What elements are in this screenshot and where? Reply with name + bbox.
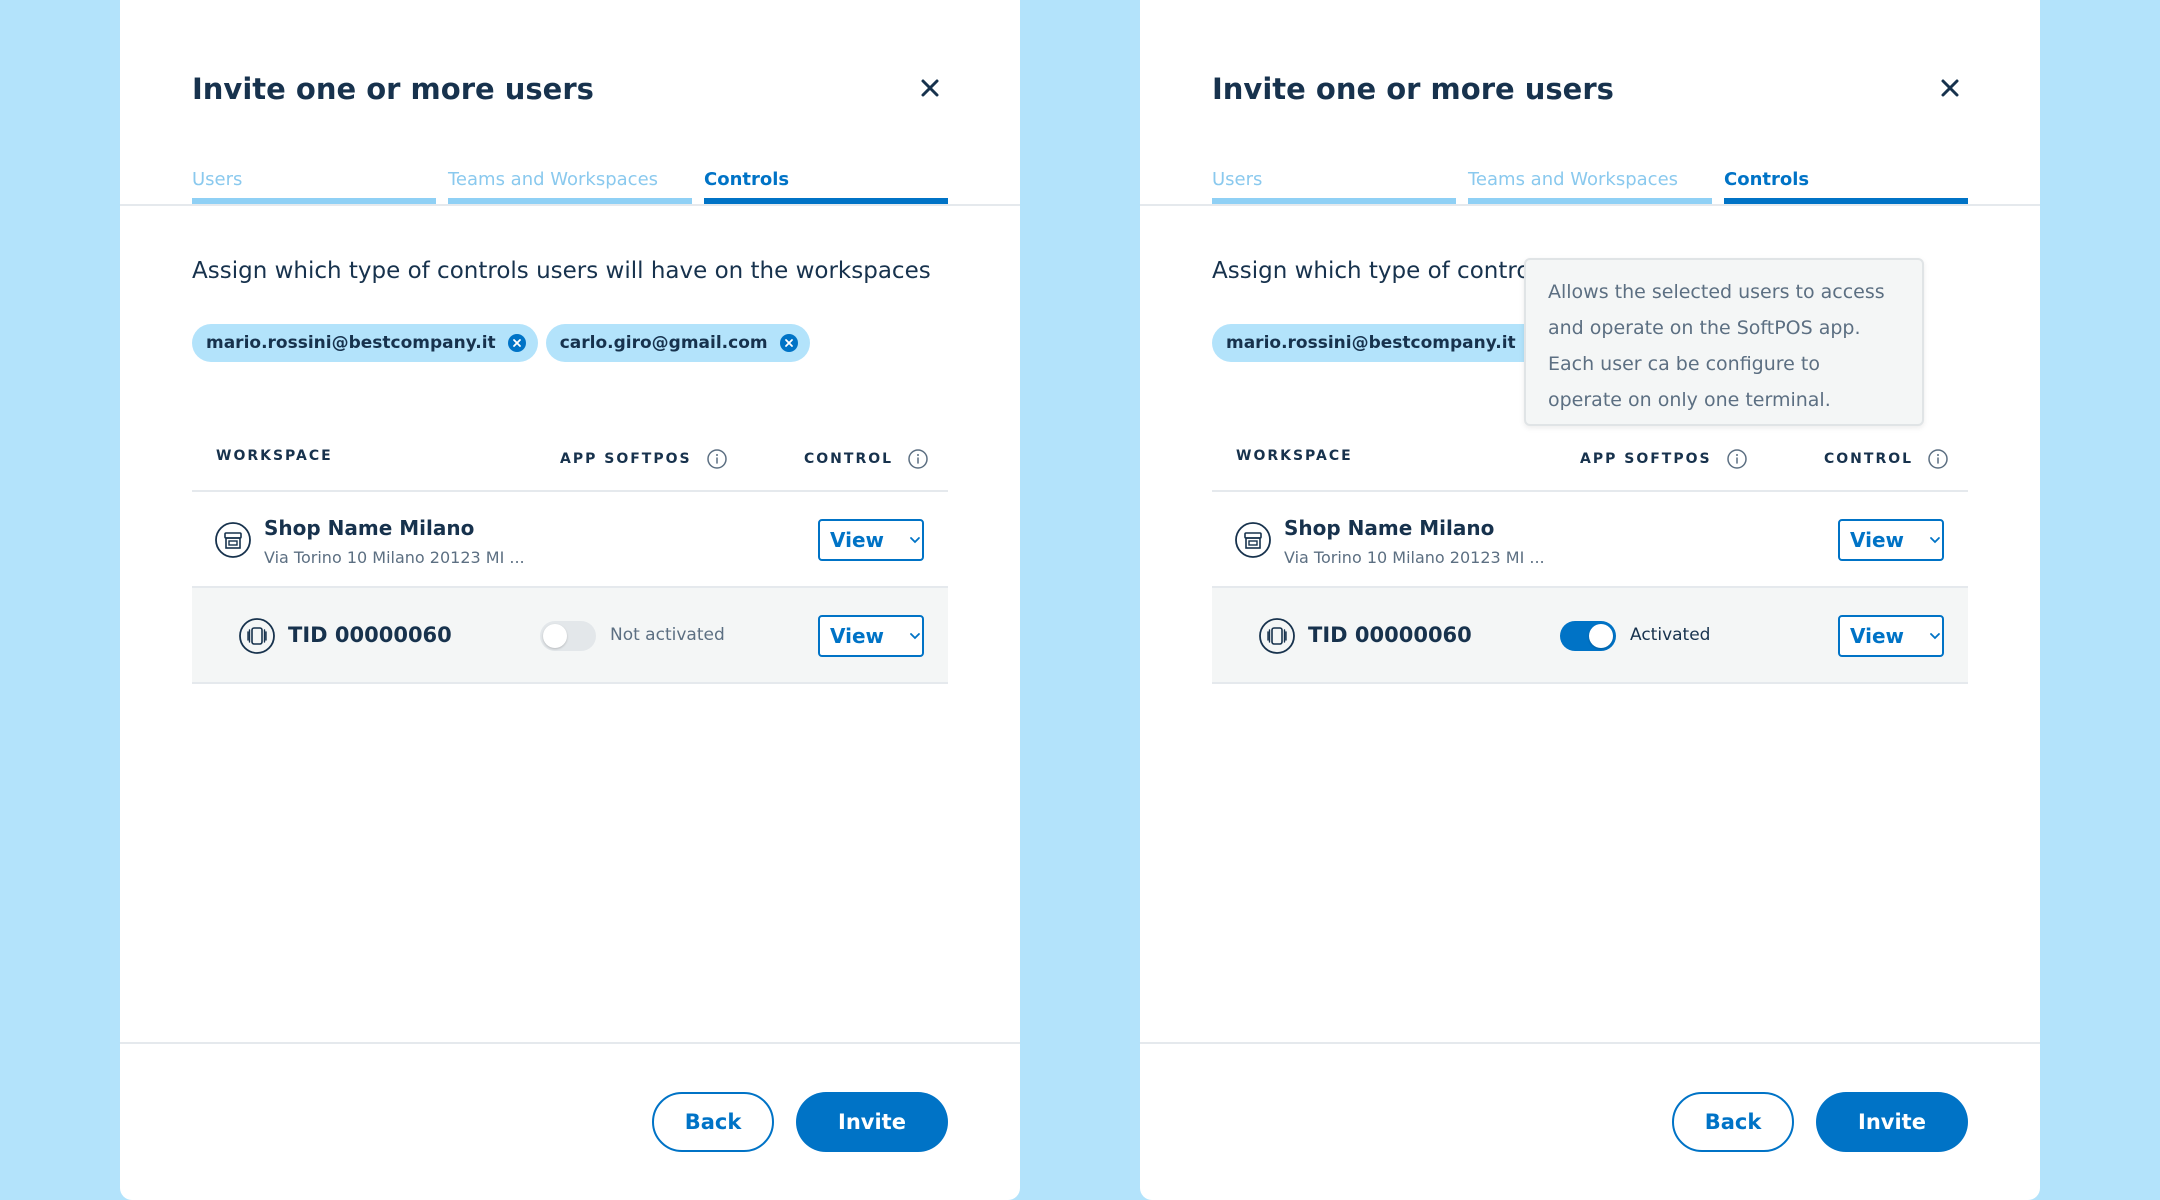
header-control-label: CONTROL: [804, 451, 894, 467]
control-select-terminal[interactable]: View: [1838, 615, 1944, 657]
user-chip: mario.rossini@bestcompany.it: [1212, 324, 1558, 362]
tab-controls[interactable]: Controls: [1724, 168, 1968, 204]
dialog-title: Invite one or more users: [1212, 72, 1614, 106]
info-icon[interactable]: [907, 448, 929, 470]
softpos-status: Activated: [1630, 625, 1711, 645]
tab-teams-label: Teams and Workspaces: [1468, 169, 1679, 190]
header-softpos-label: APP SOFTPOS: [560, 451, 692, 467]
user-chip: mario.rossini@bestcompany.it: [192, 324, 538, 362]
control-select-value: View: [830, 624, 885, 648]
shop-address: Via Torino 10 Milano 20123 MI ...: [264, 548, 525, 567]
chevron-down-icon: [1930, 537, 1940, 544]
shop-name: Shop Name Milano: [264, 516, 475, 540]
store-icon: [215, 522, 251, 558]
dialog-title: Invite one or more users: [192, 72, 594, 106]
terminal-icon: [1259, 618, 1295, 654]
control-select-value: View: [1850, 528, 1905, 552]
header-app-softpos: APP SOFTPOS: [560, 448, 728, 470]
invite-button[interactable]: Invite: [1816, 1092, 1968, 1152]
tooltip-line: and operate on the SoftPOS app.: [1548, 317, 1861, 339]
tab-users[interactable]: Users: [1212, 168, 1456, 204]
shop-address: Via Torino 10 Milano 20123 MI ...: [1284, 548, 1545, 567]
tab-users[interactable]: Users: [192, 168, 436, 204]
toggle-knob: [1589, 624, 1613, 648]
control-select-value: View: [830, 528, 885, 552]
tooltip-line: Allows the selected users to access: [1548, 281, 1885, 303]
softpos-toggle[interactable]: [540, 621, 596, 651]
invite-dialog-left: Invite one or more users Users Teams and…: [120, 0, 1020, 1200]
chevron-down-icon: [1930, 633, 1940, 640]
info-icon[interactable]: [706, 448, 728, 470]
tooltip-line: Each user ca be configure to: [1548, 353, 1820, 375]
divider: [120, 204, 1020, 206]
softpos-toggle[interactable]: [1560, 621, 1616, 651]
terminal-icon: [239, 618, 275, 654]
table-header: WORKSPACE APP SOFTPOS CONTROL: [192, 440, 948, 492]
invite-dialog-right: Invite one or more users Users Teams and…: [1140, 0, 2040, 1200]
control-select-value: View: [1850, 624, 1905, 648]
tab-teams-label: Teams and Workspaces: [448, 169, 659, 190]
chevron-down-icon: [910, 537, 920, 544]
terminal-id: TID 00000060: [1308, 623, 1472, 647]
control-select-shop[interactable]: View: [1838, 519, 1944, 561]
tab-controls-label: Controls: [1724, 169, 1810, 190]
close-icon[interactable]: [1932, 70, 1968, 106]
chip-email: mario.rossini@bestcompany.it: [1226, 333, 1516, 353]
user-chips: mario.rossini@bestcompany.it: [1212, 324, 1558, 362]
back-button[interactable]: Back: [1672, 1092, 1794, 1152]
header-control-label: CONTROL: [1824, 451, 1914, 467]
description-text: Assign which type of controls users will…: [192, 258, 931, 284]
table-row-shop: Shop Name Milano Via Torino 10 Milano 20…: [192, 492, 948, 588]
store-icon: [1235, 522, 1271, 558]
tab-controls-label: Controls: [704, 169, 790, 190]
tab-users-label: Users: [1212, 169, 1263, 190]
divider: [1140, 204, 2040, 206]
tab-bar: Users Teams and Workspaces Controls: [1212, 168, 1968, 204]
tab-users-label: Users: [192, 169, 243, 190]
terminal-id: TID 00000060: [288, 623, 452, 647]
user-chips: mario.rossini@bestcompany.it carlo.giro@…: [192, 324, 810, 362]
header-app-softpos: APP SOFTPOS: [1580, 448, 1748, 470]
tab-teams-workspaces[interactable]: Teams and Workspaces: [1468, 168, 1712, 204]
table-row-terminal: TID 00000060 Activated View: [1212, 588, 1968, 684]
table-header: WORKSPACE APP SOFTPOS CONTROL: [1212, 440, 1968, 492]
info-icon[interactable]: [1726, 448, 1748, 470]
control-select-shop[interactable]: View: [818, 519, 924, 561]
tooltip-line: operate on only one terminal.: [1548, 389, 1831, 411]
table-row-shop: Shop Name Milano Via Torino 10 Milano 20…: [1212, 492, 1968, 588]
chip-email: mario.rossini@bestcompany.it: [206, 333, 496, 353]
divider: [1140, 1042, 2040, 1044]
tab-teams-workspaces[interactable]: Teams and Workspaces: [448, 168, 692, 204]
shop-name: Shop Name Milano: [1284, 516, 1495, 540]
header-softpos-label: APP SOFTPOS: [1580, 451, 1712, 467]
softpos-tooltip: Allows the selected users to access and …: [1524, 258, 1924, 426]
header-workspace-label: WORKSPACE: [216, 448, 333, 464]
header-workspace: WORKSPACE: [1236, 448, 1353, 464]
info-icon[interactable]: [1927, 448, 1949, 470]
header-control: CONTROL: [804, 448, 929, 470]
table-row-terminal: TID 00000060 Not activated View: [192, 588, 948, 684]
header-workspace-label: WORKSPACE: [1236, 448, 1353, 464]
chip-email: carlo.giro@gmail.com: [559, 333, 768, 353]
header-workspace: WORKSPACE: [216, 448, 333, 464]
remove-chip-icon[interactable]: [507, 334, 526, 352]
description-text: Assign which type of control: [1212, 258, 1537, 284]
tab-bar: Users Teams and Workspaces Controls: [192, 168, 948, 204]
invite-button[interactable]: Invite: [796, 1092, 948, 1152]
tab-controls[interactable]: Controls: [704, 168, 948, 204]
chevron-down-icon: [910, 633, 920, 640]
softpos-status: Not activated: [610, 625, 725, 645]
divider: [120, 1042, 1020, 1044]
close-icon[interactable]: [912, 70, 948, 106]
remove-chip-icon[interactable]: [779, 334, 798, 352]
user-chip: carlo.giro@gmail.com: [545, 324, 810, 362]
toggle-knob: [543, 624, 567, 648]
back-button[interactable]: Back: [652, 1092, 774, 1152]
header-control: CONTROL: [1824, 448, 1949, 470]
control-select-terminal[interactable]: View: [818, 615, 924, 657]
